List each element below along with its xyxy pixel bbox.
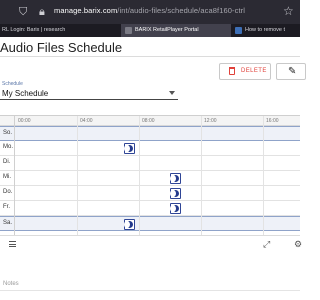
day-label: Mi. xyxy=(3,174,11,180)
shield-icon[interactable]: ⛉ xyxy=(19,5,27,19)
schedule-event[interactable] xyxy=(170,173,181,184)
hour-gridline xyxy=(201,116,202,236)
hour-label: 00:00 xyxy=(18,118,31,124)
notes-field[interactable] xyxy=(0,290,300,291)
schedule-event[interactable] xyxy=(124,219,135,230)
header-divider xyxy=(0,56,300,57)
tab-favicon-icon xyxy=(235,27,242,34)
moon-icon xyxy=(124,145,133,152)
moon-icon xyxy=(170,205,179,212)
browser-tab-login[interactable]: RL Login: Barix | research xyxy=(0,24,80,37)
day-label: So. xyxy=(3,130,13,136)
lock-icon[interactable]: 🔒︎ xyxy=(39,5,45,19)
grid-bottom-divider xyxy=(0,235,300,236)
delete-button[interactable]: DELETE xyxy=(219,63,271,80)
edit-button[interactable]: ✎ xyxy=(276,63,306,80)
hour-label: 08:00 xyxy=(142,118,155,124)
browser-tab-bar: RL Login: Barix | research BARIX RetailP… xyxy=(0,24,300,37)
tab-favicon-icon xyxy=(125,27,132,34)
expand-icon[interactable]: ⤢ xyxy=(263,239,270,249)
page-title: Audio Files Schedule xyxy=(0,40,123,55)
browser-tab-portal[interactable]: BARIX RetailPlayer Portal xyxy=(121,24,231,37)
day-row[interactable]: Sa. xyxy=(0,216,300,231)
address-field[interactable]: manage.barix.com/int/audio-files/schedul… xyxy=(54,6,245,15)
day-label: Sa. xyxy=(3,220,13,226)
weekly-schedule-grid[interactable]: 00:00 04:00 08:00 12:00 16:00 So. Mo. Di… xyxy=(0,115,300,236)
gear-icon[interactable]: ⚙ xyxy=(294,239,302,249)
day-gutter-line xyxy=(14,116,15,236)
pencil-icon: ✎ xyxy=(288,66,297,77)
schedule-event[interactable] xyxy=(170,203,181,214)
day-label: Di. xyxy=(3,159,11,165)
day-row[interactable]: Do. xyxy=(0,186,300,201)
hour-header: 00:00 04:00 08:00 12:00 16:00 xyxy=(0,116,300,126)
moon-icon xyxy=(170,175,179,182)
schedule-selected-value: My Schedule xyxy=(2,89,49,98)
browser-url-bar: ⛉ 🔒︎ manage.barix.com/int/audio-files/sc… xyxy=(0,0,300,24)
day-row[interactable]: Fr. xyxy=(0,201,300,216)
day-row[interactable]: Mo. xyxy=(0,141,300,156)
chevron-down-icon xyxy=(169,91,175,95)
schedule-event[interactable] xyxy=(124,143,135,154)
day-row[interactable]: Di. xyxy=(0,156,300,171)
hour-label: 04:00 xyxy=(80,118,93,124)
hour-gridline xyxy=(139,116,140,236)
moon-icon xyxy=(124,221,133,228)
list-icon[interactable] xyxy=(9,241,16,247)
hour-gridline xyxy=(77,116,78,236)
schedule-field-label: Schedule xyxy=(2,81,23,87)
day-row[interactable]: Mi. xyxy=(0,171,300,186)
notes-label: Notes xyxy=(3,281,19,287)
day-label: Do. xyxy=(3,189,13,195)
day-row[interactable]: So. xyxy=(0,126,300,141)
day-label: Mo. xyxy=(3,144,14,150)
hour-label: 12:00 xyxy=(204,118,217,124)
hour-gridline xyxy=(263,116,264,236)
schedule-event[interactable] xyxy=(170,188,181,199)
hour-label: 16:00 xyxy=(266,118,279,124)
browser-tab-howto[interactable]: How to remove t xyxy=(233,24,300,37)
bookmark-star-icon[interactable]: ☆ xyxy=(283,4,294,18)
schedule-select[interactable]: My Schedule xyxy=(0,88,178,100)
trash-icon xyxy=(229,67,235,75)
moon-icon xyxy=(170,190,179,197)
day-label: Fr. xyxy=(3,204,10,210)
